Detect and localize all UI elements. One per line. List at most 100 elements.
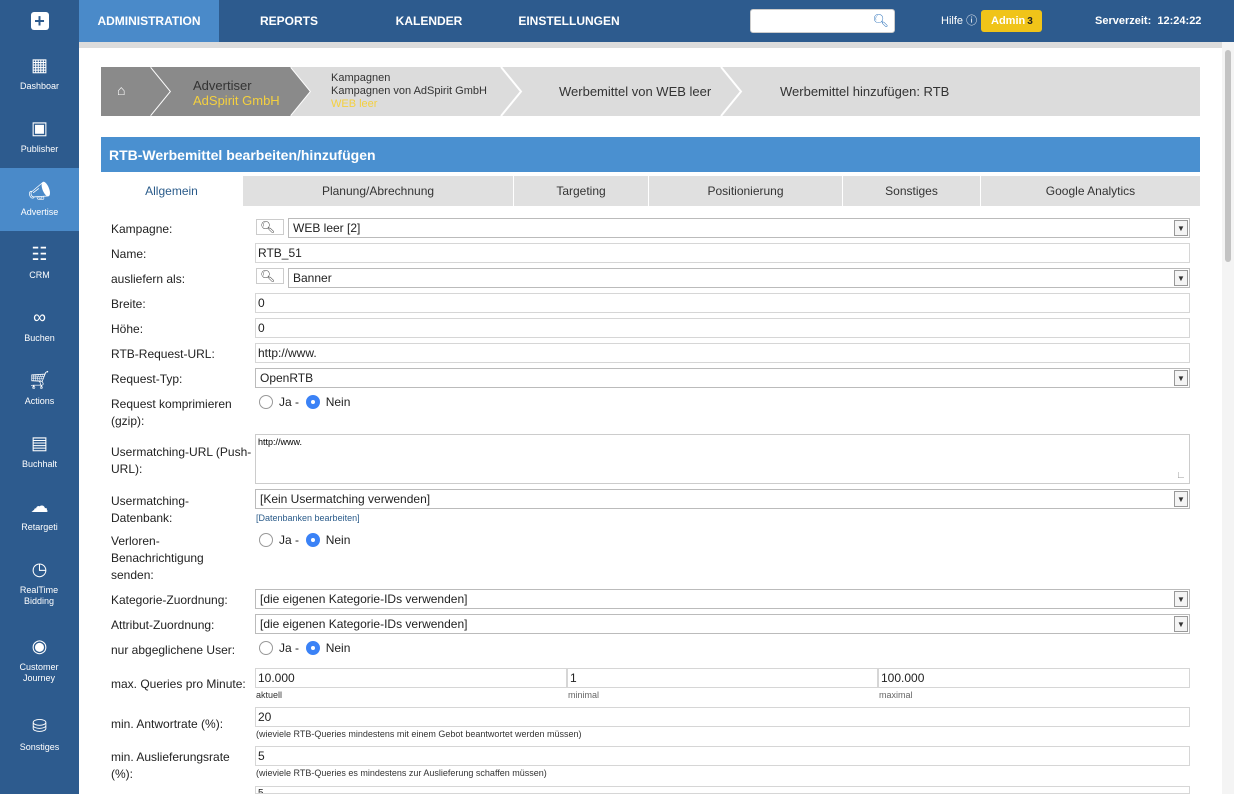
server-time: Serverzeit: 12:24:22 <box>1095 0 1201 42</box>
name-input[interactable]: RTB_51 <box>255 243 1190 263</box>
tab-sonstiges[interactable]: Sonstiges <box>843 176 981 206</box>
search-icon: 🔍︎ <box>872 13 889 28</box>
kategorie-value: [die eigenen Kategorie-IDs verwenden] <box>260 592 468 606</box>
breadcrumb-kampagne-sub[interactable]: WEB leer <box>331 98 377 110</box>
tab-targeting[interactable]: Targeting <box>514 176 649 206</box>
kampagne-select[interactable]: WEB leer [2] ▼ <box>288 218 1190 238</box>
sidebar-item-buchen[interactable]: ∞ Buchen <box>0 294 79 357</box>
attribut-select[interactable]: [die eigenen Kategorie-IDs verwenden] ▼ <box>255 614 1190 634</box>
sidebar-item-publisher[interactable]: ▣ Publisher <box>0 105 79 168</box>
gzip-radio-no[interactable] <box>305 394 320 409</box>
antwort-input[interactable]: 20 <box>255 707 1190 727</box>
verloren-radio-no[interactable] <box>305 532 320 547</box>
url-label: RTB-Request-URL: <box>111 347 215 361</box>
auslief-input[interactable]: 5 <box>255 746 1190 766</box>
tab-google-analytics[interactable]: Google Analytics <box>981 176 1200 206</box>
sidebar: ▦ Dashboar ▣ Publisher 📣︎ Advertise ☷ CRM ∞ B… <box>0 42 79 794</box>
kampagne-value: WEB leer [2] <box>293 221 361 235</box>
name-label: Name: <box>111 247 147 261</box>
sidebar-item-label: Sonstiges <box>19 742 60 752</box>
usermatch-db-value: [Kein Usermatching verwenden] <box>260 492 431 506</box>
sidebar-item-realtime-bidding[interactable]: ◷ RealTime Bidding <box>0 546 79 616</box>
gzip-label-line: (gzip): <box>111 414 145 428</box>
sidebar-item-label: Buchhalt <box>21 459 58 469</box>
abgeglichen-radio-no[interactable] <box>305 640 320 655</box>
maxq-max-input[interactable]: 100.000 <box>878 668 1190 688</box>
breadcrumb-advertiser-sub[interactable]: AdSpirit GmbH <box>193 93 280 108</box>
kategorie-select[interactable]: [die eigenen Kategorie-IDs verwenden] ▼ <box>255 589 1190 609</box>
url-input[interactable]: http://www. <box>255 343 1190 363</box>
sidebar-item-actions[interactable]: 🛒︎ Actions <box>0 357 79 420</box>
cart-icon: 🛒︎ <box>28 370 51 390</box>
chevron-down-icon: ▼ <box>1174 270 1188 286</box>
user-button[interactable]: Admin 3 <box>981 10 1042 32</box>
usermatch-url-textarea[interactable] <box>255 434 1190 484</box>
database-icon: ⛁ <box>31 716 48 736</box>
usermatch-url-label: Usermatching-URL (Push- URL): <box>111 444 251 478</box>
tab-allgemein[interactable]: Allgemein <box>101 176 243 206</box>
sidebar-item-buchhaltung[interactable]: ▤ Buchhalt <box>0 420 79 483</box>
maxq-current-input[interactable]: 10.000 <box>255 668 567 688</box>
abgeglichen-radio-group: Ja - Nein <box>259 640 350 658</box>
kampagne-label: Kampagne: <box>111 222 173 236</box>
attribut-value: [die eigenen Kategorie-IDs verwenden] <box>260 617 468 631</box>
server-time-label: Serverzeit: <box>1095 15 1152 27</box>
resize-grip-icon[interactable]: ∟ <box>1176 470 1188 482</box>
breadcrumb-advertiser[interactable]: Advertiser <box>193 78 252 93</box>
ausliefern-select[interactable]: Banner ▼ <box>288 268 1190 288</box>
sidebar-item-sonstiges[interactable]: ⛁ Sonstiges <box>0 703 79 766</box>
question-circle-icon: ⓘ <box>966 15 978 27</box>
nav-administration[interactable]: ADMINISTRATION <box>79 0 219 42</box>
tab-positionierung[interactable]: Positionierung <box>649 176 843 206</box>
scrollbar-thumb[interactable] <box>1225 50 1231 262</box>
reqtyp-select[interactable]: OpenRTB ▼ <box>255 368 1190 388</box>
sidebar-item-retargeting[interactable]: ☁ Retargeti <box>0 483 79 546</box>
auslief-label: min. Auslieferungsrate (%): <box>111 749 230 783</box>
usermatch-db-select[interactable]: [Kein Usermatching verwenden] ▼ <box>255 489 1190 509</box>
verloren-radio-group: Ja - Nein <box>259 532 350 550</box>
home-icon[interactable]: ⌂ <box>117 82 125 98</box>
sidebar-item-label: Actions <box>24 396 55 406</box>
search-input[interactable]: 🔍︎ <box>750 9 895 33</box>
gzip-radio-group: Ja - Nein <box>259 394 350 412</box>
sidebar-item-dashboard[interactable]: ▦ Dashboar <box>0 42 79 105</box>
chevron-down-icon: ▼ <box>1174 370 1188 386</box>
user-label: Admin <box>991 15 1026 27</box>
next-input[interactable]: 5 <box>255 786 1190 794</box>
datenbanken-bearbeiten-link[interactable]: [Datenbanken bearbeiten] <box>256 513 360 523</box>
clock-icon: ◷ <box>31 559 48 579</box>
hoehe-input[interactable]: 0 <box>255 318 1190 338</box>
chevron-down-icon: ▼ <box>1174 616 1188 632</box>
breite-label: Breite: <box>111 297 146 311</box>
abgeglichen-radio-yes[interactable] <box>259 640 273 655</box>
verloren-label: Verloren- Benachrichtigung senden: <box>111 533 204 584</box>
sidebar-item-label: Advertise <box>20 207 59 217</box>
breadcrumb-kampagnen[interactable]: Kampagnen <box>331 72 390 84</box>
nav-reports[interactable]: REPORTS <box>219 0 359 42</box>
search-icon[interactable]: 🔍︎ <box>256 219 284 235</box>
sidebar-item-customer-journey[interactable]: ◉ Customer Journey <box>0 623 79 693</box>
reqtyp-label: Request-Typ: <box>111 372 183 386</box>
verloren-radio-yes[interactable] <box>259 532 273 547</box>
maxq-min-input[interactable]: 1 <box>567 668 878 688</box>
sidebar-item-crm[interactable]: ☷ CRM <box>0 231 79 294</box>
breadcrumb-werbemittel[interactable]: Werbemittel von WEB leer <box>559 84 711 99</box>
chevron-down-icon: ▼ <box>1174 591 1188 607</box>
logo[interactable]: + <box>0 0 79 42</box>
sidebar-item-advertiser[interactable]: 📣︎ Advertise <box>0 168 79 231</box>
binoculars-icon: ◉ <box>31 636 48 656</box>
gzip-radio-yes[interactable] <box>259 394 273 409</box>
scrollbar[interactable] <box>1222 42 1234 794</box>
help-link[interactable]: Hilfe ⓘ <box>941 0 977 42</box>
nav-kalender[interactable]: KALENDER <box>359 0 499 42</box>
book-icon: ▤ <box>30 433 48 453</box>
breadcrumb-kampagnen-von[interactable]: Kampagnen von AdSpirit GmbH <box>331 85 487 97</box>
nav-einstellungen[interactable]: EINSTELLUNGEN <box>499 0 639 42</box>
chat-icon: ☁ <box>30 496 49 516</box>
tab-planung[interactable]: Planung/Abrechnung <box>243 176 514 206</box>
search-icon[interactable]: 🔍︎ <box>256 268 284 284</box>
laptop-icon: ▣ <box>30 118 48 138</box>
breite-input[interactable]: 0 <box>255 293 1190 313</box>
maxq-current-hint: aktuell <box>256 690 283 700</box>
user-badge: 3 <box>1027 16 1033 27</box>
